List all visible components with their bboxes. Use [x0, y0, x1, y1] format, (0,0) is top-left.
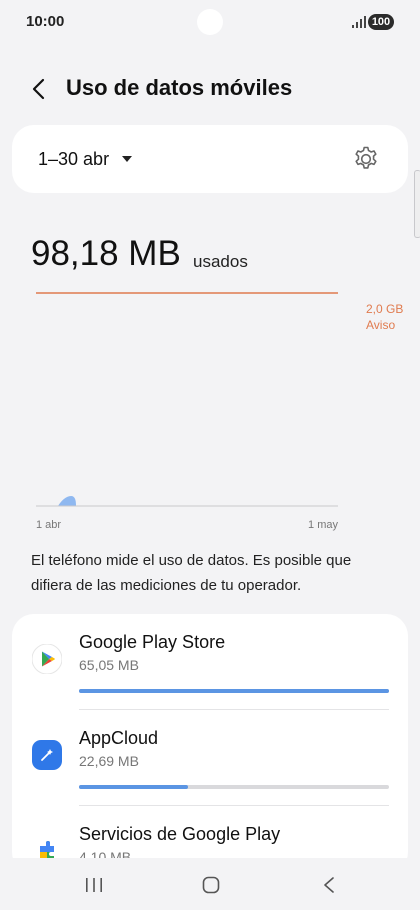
- warning-label: Aviso: [366, 318, 395, 332]
- period-label: 1–30 abr: [38, 148, 110, 169]
- app-usage-bar: [79, 785, 389, 789]
- back-icon: [324, 877, 334, 893]
- navigation-bar: [0, 858, 420, 910]
- usage-area: [58, 496, 76, 506]
- status-bar: 10:00 100: [0, 0, 420, 46]
- back-button[interactable]: [24, 74, 54, 104]
- recents-icon: [86, 878, 102, 892]
- x-start-label: 1 abr: [36, 519, 61, 531]
- signal-icon: [352, 16, 366, 28]
- x-end-label: 1 may: [308, 519, 338, 531]
- info-text: El teléfono mide el uso de datos. Es pos…: [31, 552, 352, 594]
- app-usage-bar-fill: [79, 689, 389, 693]
- recents-button[interactable]: [74, 870, 114, 900]
- period-card: 1–30 abr: [12, 125, 408, 193]
- google-play-store-icon: [32, 644, 62, 674]
- scrollbar[interactable]: [414, 170, 420, 238]
- apps-card: Google Play Store 65,05 MB AppCloud 22,6…: [12, 614, 408, 874]
- page-title: Uso de datos móviles: [66, 75, 293, 100]
- back-nav-button[interactable]: [309, 870, 349, 900]
- home-button[interactable]: [191, 870, 231, 900]
- camera-cutout: [197, 9, 223, 35]
- app-row-appcloud[interactable]: AppCloud 22,69 MB: [12, 710, 408, 806]
- app-name: AppCloud: [79, 728, 159, 748]
- home-icon: [202, 876, 220, 894]
- battery-icon: 100: [368, 14, 394, 30]
- app-name: Servicios de Google Play: [79, 824, 281, 844]
- app-name: Google Play Store: [79, 632, 226, 652]
- battery-level: 100: [371, 16, 391, 28]
- usage-label: usados: [193, 252, 248, 271]
- period-dropdown[interactable]: 1–30 abr: [38, 145, 133, 173]
- app-row-google-play-store[interactable]: Google Play Store 65,05 MB: [12, 614, 408, 710]
- usage-chart: 2,0 GB Aviso 1 abr 1 may: [36, 292, 403, 531]
- appcloud-icon: [32, 740, 62, 770]
- app-usage-bar-fill: [79, 785, 188, 789]
- header: Uso de datos móviles: [0, 64, 420, 114]
- chevron-left-icon: [32, 78, 45, 100]
- status-time: 10:00: [26, 13, 65, 30]
- settings-button[interactable]: [351, 144, 381, 174]
- gear-icon: [355, 146, 377, 169]
- app-usage-bar: [79, 689, 389, 693]
- usage-amount: 98,18 MB: [31, 234, 181, 273]
- caret-down-icon: [122, 156, 133, 162]
- app-size: 65,05 MB: [79, 657, 139, 673]
- warning-value-label: 2,0 GB: [366, 302, 403, 316]
- app-size: 22,69 MB: [79, 753, 139, 769]
